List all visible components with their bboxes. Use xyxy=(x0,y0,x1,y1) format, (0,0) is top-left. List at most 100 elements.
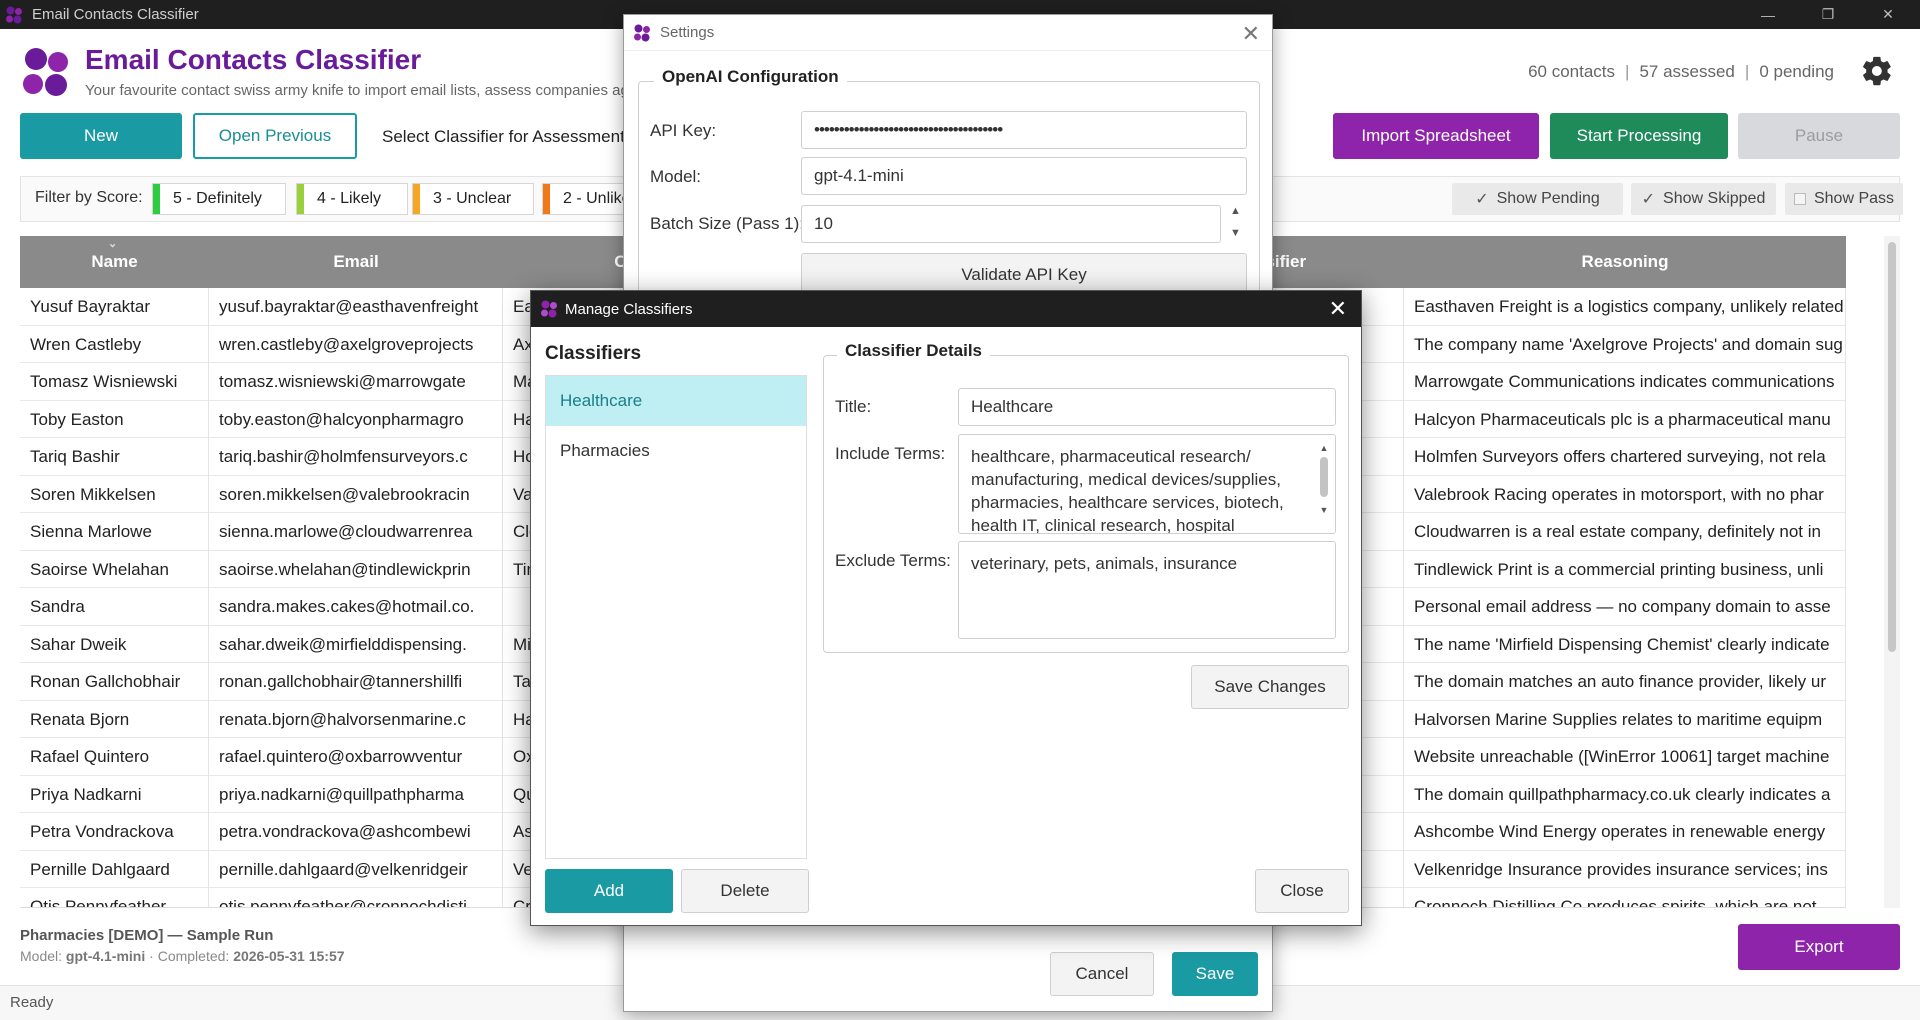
pending-count: 0 pending xyxy=(1759,62,1834,81)
new-button[interactable]: New xyxy=(20,113,182,159)
cell-email: renata.bjorn@halvorsenmarine.c xyxy=(209,700,503,738)
column-header-reasoning[interactable]: Reasoning xyxy=(1404,236,1846,288)
exclude-terms-label: Exclude Terms: xyxy=(835,551,951,570)
show-pass-toggle[interactable]: Show Pass xyxy=(1785,183,1903,215)
cell-reasoning: Halvorsen Marine Supplies relates to mar… xyxy=(1404,700,1846,738)
filter-chip-definitely[interactable]: 5 - Definitely xyxy=(152,183,286,215)
chip-label: 3 - Unclear xyxy=(433,190,512,207)
pause-button: Pause xyxy=(1738,113,1900,159)
select-classifier-label[interactable]: Select Classifier for Assessment xyxy=(382,127,625,147)
batch-size-input[interactable]: 10 xyxy=(801,205,1221,243)
check-icon: ✓ xyxy=(1641,191,1656,208)
scrollbar-thumb[interactable] xyxy=(1320,457,1328,497)
settings-titlebar: Settings ✕ xyxy=(624,15,1272,51)
cell-reasoning: The domain quillpathpharmacy.co.uk clear… xyxy=(1404,775,1846,813)
chip-label: 4 - Likely xyxy=(317,190,382,207)
list-item[interactable]: Healthcare xyxy=(546,376,806,426)
textarea-scrollbar[interactable]: ▲ ▼ xyxy=(1317,443,1331,525)
close-button[interactable]: Close xyxy=(1255,869,1349,913)
table-scrollbar[interactable] xyxy=(1884,236,1900,908)
exclude-terms-text: veterinary, pets, animals, insurance xyxy=(971,554,1238,573)
export-button[interactable]: Export xyxy=(1738,924,1900,970)
scroll-down-icon[interactable]: ▼ xyxy=(1317,505,1331,515)
sort-indicator-icon: ⌄ xyxy=(108,238,118,250)
close-icon[interactable]: ✕ xyxy=(1242,21,1260,47)
gear-icon[interactable] xyxy=(1860,54,1894,88)
cell-email: rafael.quintero@oxbarrowventur xyxy=(209,738,503,776)
cell-email: priya.nadkarni@quillpathpharma xyxy=(209,775,503,813)
start-processing-button[interactable]: Start Processing xyxy=(1550,113,1728,159)
save-button[interactable]: Save xyxy=(1172,952,1258,996)
cell-email: toby.easton@halcyonpharmagro xyxy=(209,400,503,438)
cell-email: soren.mikkelsen@valebrookracin xyxy=(209,475,503,513)
api-key-input[interactable]: •••••••••••••••••••••••••••••••••••••• xyxy=(801,111,1247,149)
app-subtitle: Your favourite contact swiss army knife … xyxy=(85,82,661,99)
settings-title: Settings xyxy=(660,24,715,41)
add-button[interactable]: Add xyxy=(545,869,673,913)
column-header-name[interactable]: Name ⌄ xyxy=(20,236,209,288)
cell-name: Petra Vondrackova xyxy=(20,813,209,851)
app-logo-icon xyxy=(634,24,650,41)
show-skipped-toggle[interactable]: ✓ Show Skipped xyxy=(1631,183,1776,215)
cell-name: Otis Pennyfeather xyxy=(20,888,209,907)
cell-name: Ronan Gallchobhair xyxy=(20,663,209,701)
spinner-up-icon[interactable]: ▲ xyxy=(1230,205,1241,217)
delete-button[interactable]: Delete xyxy=(681,869,809,913)
exclude-terms-field[interactable]: veterinary, pets, animals, insurance xyxy=(958,541,1336,639)
cell-reasoning: Website unreachable ([WinError 10061] ta… xyxy=(1404,738,1846,776)
app-title: Email Contacts Classifier xyxy=(85,44,422,75)
cell-name: Saoirse Whelahan xyxy=(20,550,209,588)
import-spreadsheet-button[interactable]: Import Spreadsheet xyxy=(1333,113,1539,159)
cell-email: otis.pennyfeather@cronnochdisti xyxy=(209,888,503,907)
cell-email: yusuf.bayraktar@easthavenfreight xyxy=(209,288,503,326)
cell-reasoning: Halcyon Pharmaceuticals plc is a pharmac… xyxy=(1404,400,1846,438)
manage-classifiers-dialog: Manage Classifiers ✕ Classifiers Healthc… xyxy=(530,290,1362,926)
batch-size-label: Batch Size (Pass 1): xyxy=(650,214,805,233)
filter-chip-unclear[interactable]: 3 - Unclear xyxy=(412,183,534,215)
spinner-down-icon[interactable]: ▼ xyxy=(1230,227,1241,239)
cell-email: wren.castleby@axelgroveprojects xyxy=(209,325,503,363)
filter-chip-likely[interactable]: 4 - Likely xyxy=(296,183,408,215)
classifier-list: Healthcare Pharmacies xyxy=(545,375,807,859)
title-label: Title: xyxy=(835,397,872,416)
cell-reasoning: Easthaven Freight is a logistics company… xyxy=(1404,288,1846,326)
app-logo-icon xyxy=(541,300,557,318)
column-header-email[interactable]: Email xyxy=(209,236,503,288)
title-input[interactable]: Healthcare xyxy=(958,388,1336,426)
save-changes-button[interactable]: Save Changes xyxy=(1191,665,1349,709)
cell-name: Pernille Dahlgaard xyxy=(20,850,209,888)
classifiers-heading: Classifiers xyxy=(545,343,642,364)
cell-email: ronan.gallchobhair@tannershillfi xyxy=(209,663,503,701)
window-close-icon[interactable]: ✕ xyxy=(1858,0,1918,29)
toggle-label: Show Pending xyxy=(1496,190,1600,207)
run-model: gpt-4.1-mini xyxy=(65,948,146,964)
cell-name: Soren Mikkelsen xyxy=(20,475,209,513)
cell-reasoning: Valebrook Racing operates in motorsport,… xyxy=(1404,475,1846,513)
cell-name: Tariq Bashir xyxy=(20,438,209,476)
api-key-label: API Key: xyxy=(650,121,717,140)
stats-summary: 60 contacts | 57 assessed | 0 pending xyxy=(1528,62,1834,82)
show-pending-toggle[interactable]: ✓ Show Pending xyxy=(1452,183,1623,215)
score-color-bar xyxy=(297,184,304,214)
open-previous-button[interactable]: Open Previous xyxy=(193,113,357,159)
cell-name: Wren Castleby xyxy=(20,325,209,363)
cell-name: Sahar Dweik xyxy=(20,625,209,663)
cell-email: tariq.bashir@holmfensurveyors.c xyxy=(209,438,503,476)
cell-email: pernille.dahlgaard@velkenridgeir xyxy=(209,850,503,888)
close-icon[interactable]: ✕ xyxy=(1329,296,1347,322)
cell-reasoning: Tindlewick Print is a commercial printin… xyxy=(1404,550,1846,588)
assessed-count: 57 assessed xyxy=(1639,62,1735,81)
list-item[interactable]: Pharmacies xyxy=(546,426,806,476)
minimize-icon[interactable]: — xyxy=(1738,0,1798,29)
stats-separator: | xyxy=(1625,62,1630,81)
cancel-button[interactable]: Cancel xyxy=(1050,952,1154,996)
scroll-up-icon[interactable]: ▲ xyxy=(1317,443,1331,453)
model-input[interactable]: gpt-4.1-mini xyxy=(801,157,1247,195)
scrollbar-thumb[interactable] xyxy=(1888,242,1896,652)
maximize-icon[interactable]: ❐ xyxy=(1798,0,1858,29)
cell-name: Rafael Quintero xyxy=(20,738,209,776)
stats-separator: | xyxy=(1744,62,1750,81)
include-terms-field[interactable]: healthcare, pharmaceutical research/ man… xyxy=(958,434,1336,534)
manage-title: Manage Classifiers xyxy=(565,300,693,318)
cell-name: Sandra xyxy=(20,588,209,626)
